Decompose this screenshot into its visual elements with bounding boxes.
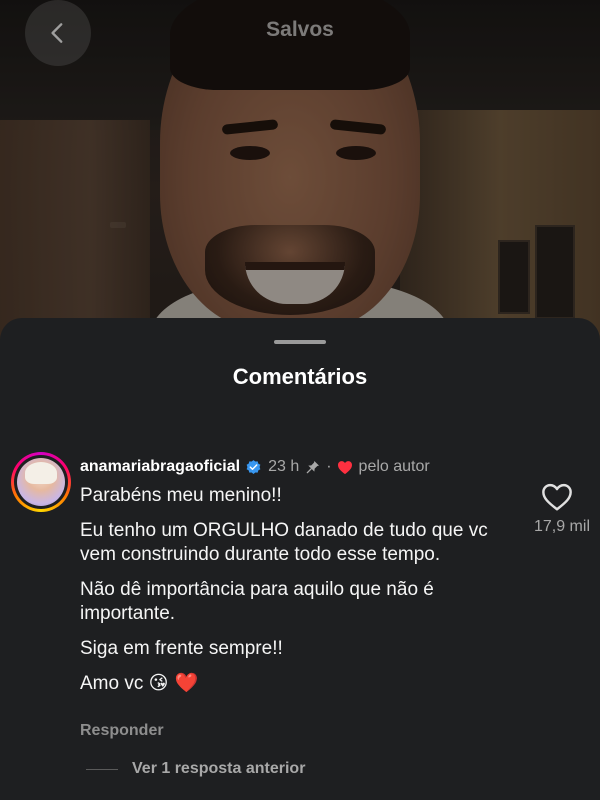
- reply-button[interactable]: Responder: [80, 722, 164, 740]
- avatar-story-ring[interactable]: [11, 452, 71, 512]
- comment-header: anamariabragaoficial 23 h · pelo autor: [80, 458, 430, 476]
- comment-last-line: Amo vc 😘 ❤️: [80, 671, 510, 697]
- heart-outline-icon[interactable]: [540, 482, 574, 512]
- avatar-hair: [25, 462, 57, 484]
- sheet-title: Comentários: [232, 364, 368, 389]
- app-screen: Salvos Comentários anamariabragaoficial …: [0, 0, 600, 800]
- view-replies-label: Ver 1 resposta anterior: [132, 760, 306, 777]
- comment-username[interactable]: anamariabragaoficial: [80, 458, 240, 476]
- avatar-frame: [14, 455, 68, 509]
- pin-icon: [306, 461, 320, 474]
- comment-paragraph: Siga em frente sempre!!: [80, 637, 283, 659]
- comment-emojis: 😘 ❤️: [148, 672, 199, 694]
- header-title: Salvos: [266, 18, 334, 41]
- comment-paragraph: Parabéns meu menino!!: [80, 485, 282, 506]
- comment-time: 23 h: [268, 458, 300, 475]
- comment-paragraph: Eu tenho um ORGULHO danado de tudo que v…: [80, 519, 488, 566]
- comment-body: Parabéns meu menino!! Eu tenho um ORGULH…: [80, 484, 510, 707]
- view-replies-button[interactable]: Ver 1 resposta anterior: [86, 760, 305, 778]
- liked-by-author-label: pelo autor: [358, 458, 430, 475]
- verified-badge-icon: [246, 459, 261, 474]
- comment-last-line-text: Amo vc: [80, 673, 144, 694]
- heart-filled-icon: [337, 460, 352, 474]
- sheet-grabber[interactable]: [274, 340, 326, 344]
- comments-sheet: Comentários anamariabragaoficial 23 h · …: [0, 318, 600, 800]
- separator-dot: ·: [326, 458, 332, 475]
- comment-paragraph: Não dê importância para aquilo que não é…: [80, 578, 434, 625]
- avatar: [17, 458, 65, 506]
- replies-divider: [86, 768, 118, 770]
- like-count: 17,9 mil: [533, 518, 590, 535]
